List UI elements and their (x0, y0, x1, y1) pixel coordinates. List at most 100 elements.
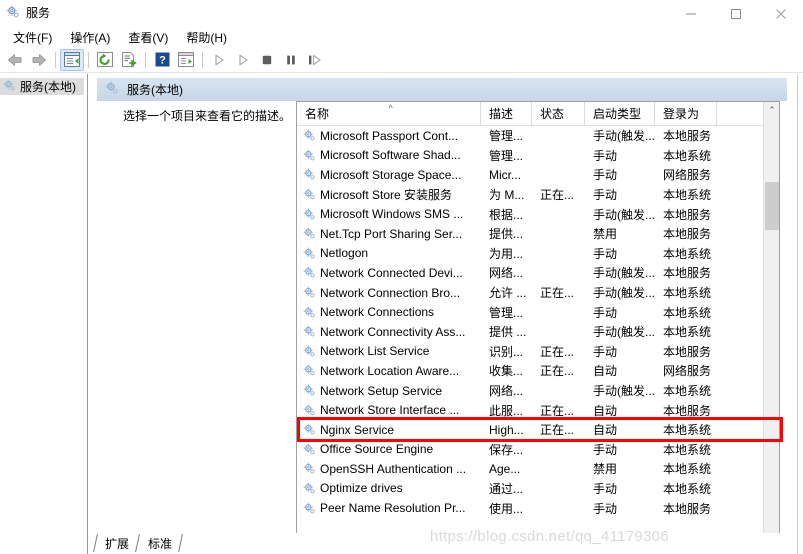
cell-description: 提供... (489, 227, 524, 242)
service-gear-icon (303, 404, 316, 417)
window-right-edge-strip (797, 74, 803, 554)
table-row[interactable]: Microsoft Store 安装服务 为 M... 正在... 手动 本地系统 (297, 185, 779, 205)
menu-bar: 文件(F) 操作(A) 查看(V) 帮助(H) (0, 28, 803, 47)
tab-divider (135, 534, 140, 552)
column-description[interactable]: 描述 (481, 102, 532, 125)
service-name-label: Network Connections (320, 305, 435, 320)
table-row[interactable]: Network Connections 管理... 手动 本地系统 (297, 302, 779, 322)
table-row[interactable]: Microsoft Passport Cont... 管理... 手动(触发... 本… (297, 126, 779, 146)
table-row[interactable]: Peer Name Resolution Pr... 使用... 手动 本地服务 (297, 498, 779, 518)
column-status[interactable]: 状态 (532, 102, 585, 125)
cell-logon: 网络服务 (663, 168, 712, 183)
scrollbar-thumb[interactable] (765, 182, 779, 230)
table-row[interactable]: Network Connected Devi... 网络... 手动(触发... 本地… (297, 263, 779, 283)
cell-status (532, 126, 585, 146)
cell-name: Microsoft Passport Cont... (297, 126, 481, 146)
cell-description: 保存... (489, 442, 524, 457)
table-row[interactable]: Netlogon 为用... 手动 本地系统 (297, 244, 779, 264)
sidebar-item-services-local[interactable]: 服务(本地) (0, 78, 84, 95)
menu-view[interactable]: 查看(V) (119, 29, 177, 47)
back-button[interactable] (3, 49, 27, 71)
cell-logon: 本地系统 (663, 423, 712, 438)
cell-name: Microsoft Windows SMS ... (297, 204, 481, 224)
service-gear-icon (303, 188, 316, 201)
toolbar-separator (202, 51, 203, 68)
cell-status (532, 165, 585, 185)
title-bar: 服务 (0, 0, 803, 28)
cell-status (532, 322, 585, 342)
menu-action[interactable]: 操作(A) (61, 29, 119, 47)
service-name-label: Network Store Interface ... (320, 403, 460, 418)
show-hide-tree-button[interactable] (60, 48, 84, 71)
cell-startup: 手动(触发... (593, 325, 655, 340)
list-vertical-scrollbar[interactable]: ⌃ ⌄ (763, 102, 779, 547)
service-gear-icon (303, 325, 316, 338)
table-row[interactable]: Net.Tcp Port Sharing Ser... 提供... 禁用 本地服务 (297, 224, 779, 244)
tab-standard[interactable]: 标准 (142, 535, 178, 552)
service-name-label: Network Connected Devi... (320, 265, 463, 280)
table-row[interactable]: Network Connection Bro... 允许 ... 正在... 手动(触… (297, 283, 779, 303)
cell-name: Network Connections (297, 302, 481, 322)
restart-service-button[interactable] (231, 49, 255, 71)
cell-startup: 自动 (593, 364, 618, 379)
column-log-on-as[interactable]: 登录为 (655, 102, 717, 125)
table-row[interactable]: Network Location Aware... 收集... 正在... 自动 网络服… (297, 361, 779, 381)
panel-header-title: 服务(本地) (127, 83, 183, 97)
service-name-label: Microsoft Passport Cont... (320, 128, 459, 143)
service-gear-icon (303, 149, 316, 162)
service-gear-icon (303, 345, 316, 358)
maximize-button[interactable] (713, 0, 758, 28)
service-name-label: Network Connectivity Ass... (320, 324, 466, 339)
column-name-label: 名称 (305, 107, 330, 121)
resume-service-button[interactable] (303, 49, 327, 71)
cell-description: Age... (489, 461, 521, 476)
service-gear-icon (303, 306, 316, 319)
help-button[interactable]: ? (150, 49, 174, 71)
table-row[interactable]: Office Source Engine 保存... 手动 本地系统 (297, 440, 779, 460)
cell-logon: 本地服务 (663, 129, 712, 144)
cell-status: 正在... (540, 423, 575, 438)
table-row[interactable]: Microsoft Software Shad... 管理... 手动 本地系统 (297, 146, 779, 166)
cell-status (532, 479, 585, 499)
service-gear-icon (303, 266, 316, 279)
cell-name: OpenSSH Authentication ... (297, 459, 481, 479)
cell-logon: 本地系统 (663, 462, 712, 477)
pause-service-button[interactable] (279, 49, 303, 71)
menu-file[interactable]: 文件(F) (4, 29, 61, 47)
tab-extended[interactable]: 扩展 (99, 535, 135, 552)
table-row[interactable]: Optimize drives 通过... 手动 本地系统 (297, 479, 779, 499)
cell-logon: 本地服务 (663, 266, 712, 281)
refresh-button[interactable] (93, 49, 117, 71)
table-row[interactable]: Network Store Interface ... 此服... 正在... 自动 本… (297, 400, 779, 420)
table-row[interactable]: Network Setup Service 网络... 手动(触发... 本地系统 (297, 381, 779, 401)
close-button[interactable] (758, 0, 803, 28)
cell-name: Network Setup Service (297, 381, 481, 401)
start-service-button[interactable] (207, 49, 231, 71)
scroll-up-arrow-icon[interactable]: ⌃ (764, 102, 779, 118)
table-row[interactable]: Microsoft Windows SMS ... 根据... 手动(触发... 本地… (297, 204, 779, 224)
stop-service-button[interactable] (255, 49, 279, 71)
service-gear-icon (303, 168, 316, 181)
service-name-label: Office Source Engine (320, 442, 434, 457)
properties-button[interactable] (174, 49, 198, 71)
export-list-button[interactable] (117, 49, 141, 71)
cell-name: Network List Service (297, 342, 481, 362)
table-row[interactable]: Microsoft Storage Space... Micr... 手动 网络服务 (297, 165, 779, 185)
services-gear-icon (6, 4, 20, 22)
table-row[interactable]: Network Connectivity Ass... 提供 ... 手动(触发..… (297, 322, 779, 342)
service-gear-icon (303, 227, 316, 240)
cell-startup: 手动 (593, 481, 618, 496)
service-gear-icon (303, 502, 316, 515)
cell-description: 根据... (489, 207, 524, 222)
column-startup-type[interactable]: 启动类型 (585, 102, 655, 125)
service-gear-icon (303, 364, 316, 377)
cell-logon: 本地系统 (663, 148, 712, 163)
column-name[interactable]: ^ 名称 (297, 102, 481, 125)
table-row[interactable]: Network List Service 识别... 正在... 手动 本地服务 (297, 342, 779, 362)
table-row[interactable]: Nginx Service High... 正在... 自动 本地系统 (297, 420, 779, 440)
table-row[interactable]: OpenSSH Authentication ... Age... 禁用 本地系统 (297, 459, 779, 479)
menu-help[interactable]: 帮助(H) (177, 29, 236, 47)
cell-description: 允许 ... (489, 286, 527, 301)
forward-button[interactable] (27, 49, 51, 71)
minimize-button[interactable] (668, 0, 713, 28)
